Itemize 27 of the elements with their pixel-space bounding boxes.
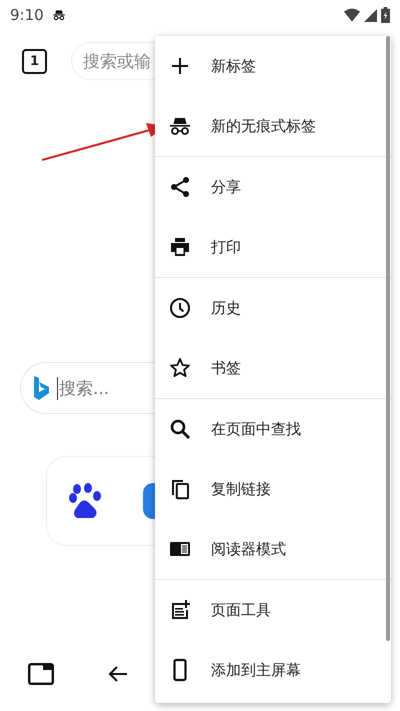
menu-item[interactable]: 阅读器模式 (155, 519, 391, 579)
tab-switcher-button[interactable]: 1 (22, 48, 47, 74)
paw-icon[interactable] (69, 483, 103, 519)
wifi-icon (344, 8, 360, 22)
menu-item[interactable]: 分享 (155, 157, 391, 217)
printer-icon (168, 235, 192, 259)
menu-item[interactable]: 在页面中查找 (155, 399, 391, 459)
menu-item[interactable]: 新的无痕式标签 (155, 96, 391, 156)
battery-icon (381, 7, 390, 23)
bing-logo-icon (33, 376, 49, 400)
signal-icon (364, 8, 377, 22)
menu-item[interactable]: 复制链接 (155, 459, 391, 519)
menu-item[interactable]: 添加到主屏幕 (155, 640, 391, 700)
share-icon (168, 175, 192, 199)
status-time: 9:10 (10, 6, 44, 24)
back-arrow-icon[interactable] (108, 665, 128, 683)
menu-item[interactable]: 书签 (155, 338, 391, 398)
menu-item[interactable]: 打印 (155, 217, 391, 277)
menu-item[interactable]: 新标签 (155, 36, 391, 96)
tabs-icon[interactable] (28, 663, 54, 685)
incognito-icon (52, 8, 66, 22)
menu-item[interactable]: 页面工具 (155, 580, 391, 640)
menu-item[interactable]: 历史 (155, 278, 391, 338)
star-icon (168, 356, 192, 380)
clock-icon (168, 296, 192, 320)
search-icon (168, 417, 192, 441)
search-placeholder: 搜索... (57, 376, 110, 400)
